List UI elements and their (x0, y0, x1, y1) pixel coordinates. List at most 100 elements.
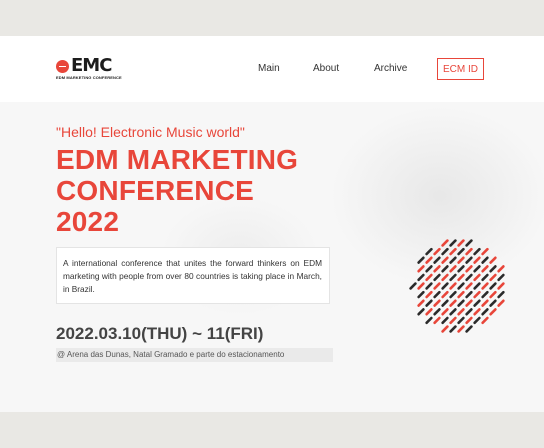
nav-about-link[interactable]: About (313, 62, 339, 76)
pattern-dash (449, 290, 457, 299)
hero-title-line: 2022 (56, 206, 120, 237)
pattern-dash (449, 247, 457, 256)
pattern-dash (457, 290, 465, 299)
pattern-dash (457, 239, 465, 247)
pattern-dash (473, 273, 481, 282)
pattern-dash (433, 256, 441, 264)
pattern-dash (481, 282, 489, 290)
nav-main-link[interactable]: Main (258, 62, 280, 76)
pattern-dash (441, 290, 449, 299)
pattern-dash (433, 290, 441, 299)
pattern-dash (441, 239, 449, 247)
pattern-dash (417, 308, 425, 316)
pattern-dash (457, 325, 465, 333)
pattern-dash (433, 282, 441, 290)
pattern-dash (433, 247, 441, 256)
pattern-dash (489, 299, 497, 307)
pattern-dash (425, 265, 433, 273)
pattern-dash (489, 256, 497, 264)
pattern-dash (433, 316, 441, 325)
hero-greeting: "Hello! Electronic Music world" (56, 124, 245, 140)
pattern-dash (441, 308, 449, 316)
pattern-dash (481, 265, 489, 273)
pattern-dash (441, 247, 449, 256)
ecm-id-button[interactable]: ECM ID (437, 58, 484, 80)
pattern-dash (457, 316, 465, 325)
event-date: 2022.03.10(THU) ~ 11(FRI) (56, 324, 264, 343)
pattern-dash (481, 247, 489, 256)
pattern-dash (441, 316, 449, 325)
pattern-dash (417, 273, 425, 282)
pattern-dash (473, 316, 481, 325)
pattern-dash (449, 316, 457, 325)
pattern-dash (425, 273, 433, 282)
pattern-dash (449, 282, 457, 290)
pattern-dash (441, 265, 449, 273)
landing-page: EMC EDM MARKETING CONFERENCE Main About … (0, 36, 544, 412)
pattern-dash (457, 265, 465, 273)
pattern-dash (409, 282, 417, 290)
pattern-dash (457, 308, 465, 316)
pattern-dash (425, 247, 433, 256)
pattern-dash (433, 299, 441, 307)
window-frame-top (0, 0, 544, 36)
pattern-dash (425, 308, 433, 316)
hero-title-line: CONFERENCE (56, 175, 255, 206)
pattern-dash (441, 325, 449, 333)
pattern-dash (497, 265, 505, 273)
site-header: EMC EDM MARKETING CONFERENCE Main About … (0, 36, 544, 102)
pattern-dash (481, 308, 489, 316)
pattern-dash (457, 299, 465, 307)
pattern-dash (489, 290, 497, 299)
pattern-dash (481, 316, 489, 325)
pattern-dash (425, 290, 433, 299)
pattern-dash (417, 299, 425, 307)
record-disc-icon (56, 60, 69, 73)
pattern-dash (441, 299, 449, 307)
pattern-dash (433, 265, 441, 273)
event-venue: @ Arena das Dunas, Natal Gramado e parte… (56, 348, 333, 362)
pattern-dash (465, 308, 473, 316)
pattern-dash (497, 290, 505, 299)
pattern-dash (433, 308, 441, 316)
pattern-dash (449, 273, 457, 282)
logo-subtext: EDM MARKETING CONFERENCE (56, 75, 122, 80)
pattern-dash (425, 316, 433, 325)
pattern-dash (457, 282, 465, 290)
pattern-dash (441, 256, 449, 264)
pattern-dash (473, 290, 481, 299)
pattern-dash (489, 265, 497, 273)
pattern-dash (425, 299, 433, 307)
logo-text: EMC (71, 55, 112, 76)
pattern-dash (417, 282, 425, 290)
pattern-dash (481, 290, 489, 299)
pattern-dash (473, 299, 481, 307)
pattern-dash (481, 273, 489, 282)
nav-archive-link[interactable]: Archive (374, 62, 407, 76)
pattern-dash (425, 282, 433, 290)
pattern-dash (417, 256, 425, 264)
pattern-dash (449, 239, 457, 247)
pattern-dash (473, 282, 481, 290)
pattern-dash (457, 256, 465, 264)
pattern-dash (465, 325, 473, 333)
pattern-dash (449, 256, 457, 264)
window-frame-bottom (0, 412, 544, 448)
site-logo[interactable]: EMC EDM MARKETING CONFERENCE (56, 55, 122, 82)
pattern-dash (465, 256, 473, 264)
pattern-dash (481, 256, 489, 264)
pattern-dash (417, 290, 425, 299)
pattern-dash (457, 273, 465, 282)
pattern-dash (441, 282, 449, 290)
pattern-dash (449, 325, 457, 333)
dot-pattern-decoration (409, 239, 505, 333)
pattern-dash (489, 282, 497, 290)
pattern-dash (497, 299, 505, 307)
pattern-dash (457, 247, 465, 256)
pattern-dash (489, 273, 497, 282)
pattern-dash (497, 282, 505, 290)
pattern-dash (465, 247, 473, 256)
pattern-dash (449, 265, 457, 273)
pattern-dash (433, 273, 441, 282)
pattern-dash (465, 316, 473, 325)
